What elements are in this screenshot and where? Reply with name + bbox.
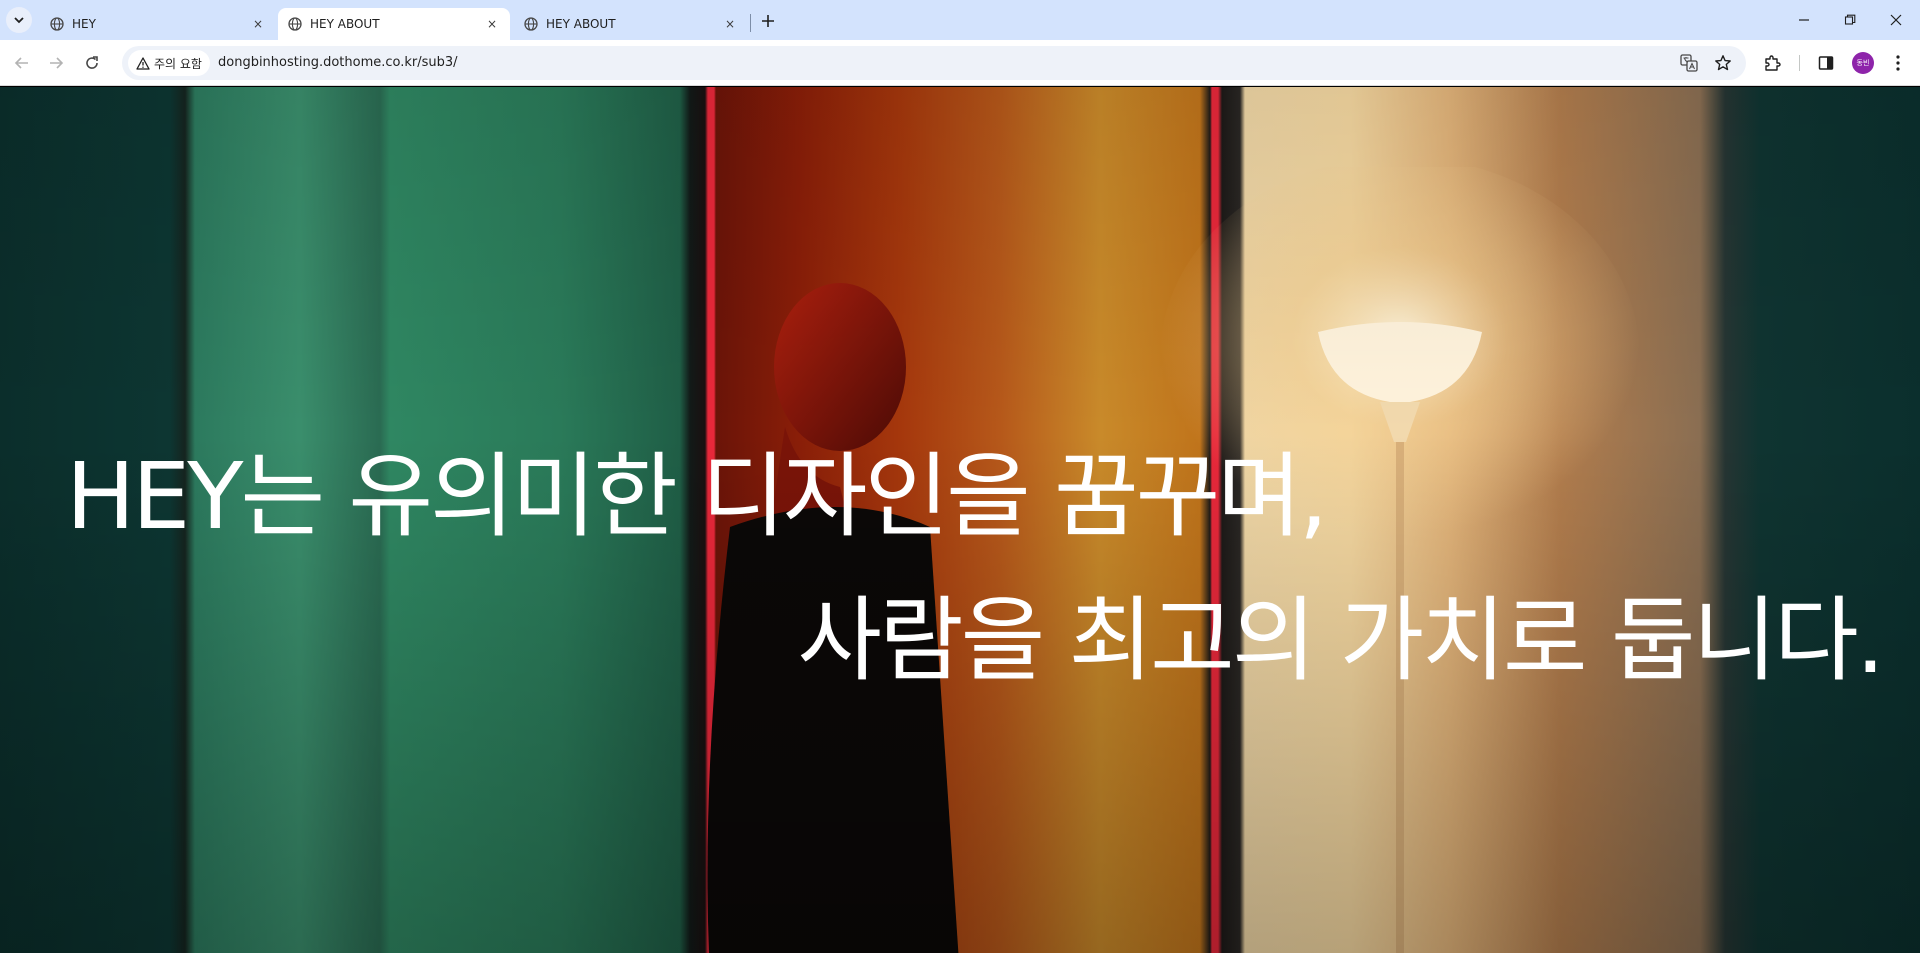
tab-search-button[interactable] <box>6 7 32 33</box>
forward-button[interactable] <box>44 51 68 75</box>
translate-icon <box>1680 54 1698 72</box>
hero-headline-line1: HEY는 유의미한 디자인을 꿈꾸며, <box>66 443 1328 550</box>
warning-icon <box>136 56 150 70</box>
more-icon <box>1896 55 1900 71</box>
browser-toolbar: 주의 요함 dongbinhosting.dothome.co.kr/sub3/… <box>0 40 1920 86</box>
address-bar[interactable]: 주의 요함 dongbinhosting.dothome.co.kr/sub3/ <box>122 46 1746 80</box>
restore-icon <box>1844 14 1856 25</box>
tab-title: HEY <box>72 17 96 31</box>
toolbar-divider <box>1799 55 1800 71</box>
back-arrow-icon <box>14 57 28 69</box>
tab-title: HEY ABOUT <box>310 17 380 31</box>
restore-button[interactable] <box>1832 6 1868 34</box>
close-tab-button[interactable]: × <box>722 16 738 32</box>
new-tab-button[interactable] <box>756 9 780 33</box>
globe-icon <box>50 17 64 31</box>
close-window-button[interactable] <box>1878 6 1914 34</box>
close-tab-button[interactable]: × <box>484 16 500 32</box>
tab-hey[interactable]: HEY × <box>40 8 276 40</box>
tab-strip: HEY × HEY ABOUT × HEY ABOUT × <box>0 0 1920 40</box>
hero-section: HEY는 유의미한 디자인을 꿈꾸며, 사람을 최고의 가치로 둡니다. <box>0 87 1920 953</box>
profile-avatar[interactable]: 동빈 <box>1852 52 1874 74</box>
plus-icon <box>762 15 774 27</box>
translate-button[interactable] <box>1678 52 1700 74</box>
chevron-down-icon <box>14 17 24 24</box>
side-panel-button[interactable] <box>1814 51 1838 75</box>
security-chip[interactable]: 주의 요함 <box>128 50 210 76</box>
url-text[interactable]: dongbinhosting.dothome.co.kr/sub3/ <box>218 55 458 70</box>
globe-icon <box>524 17 538 31</box>
back-button[interactable] <box>10 51 34 75</box>
tab-hey-about[interactable]: HEY ABOUT × <box>514 8 748 40</box>
reload-icon <box>86 56 98 69</box>
forward-arrow-icon <box>50 57 64 69</box>
security-chip-label: 주의 요함 <box>154 56 202 71</box>
extensions-button[interactable] <box>1760 51 1784 75</box>
extensions-icon <box>1765 55 1781 71</box>
minimize-icon <box>1799 19 1809 21</box>
bookmark-button[interactable] <box>1712 52 1734 74</box>
close-tab-button[interactable]: × <box>250 16 266 32</box>
menu-button[interactable] <box>1886 51 1910 75</box>
minimize-button[interactable] <box>1786 6 1822 34</box>
hero-headline-line2: 사람을 최고의 가치로 둡니다. <box>797 587 1885 694</box>
star-icon <box>1715 55 1731 71</box>
side-panel-icon <box>1818 56 1834 70</box>
tab-title: HEY ABOUT <box>546 17 616 31</box>
close-icon <box>1890 14 1902 26</box>
globe-icon <box>288 17 302 31</box>
tab-separator <box>750 14 751 32</box>
tab-hey-about-active[interactable]: HEY ABOUT × <box>278 8 510 40</box>
reload-button[interactable] <box>80 51 104 75</box>
